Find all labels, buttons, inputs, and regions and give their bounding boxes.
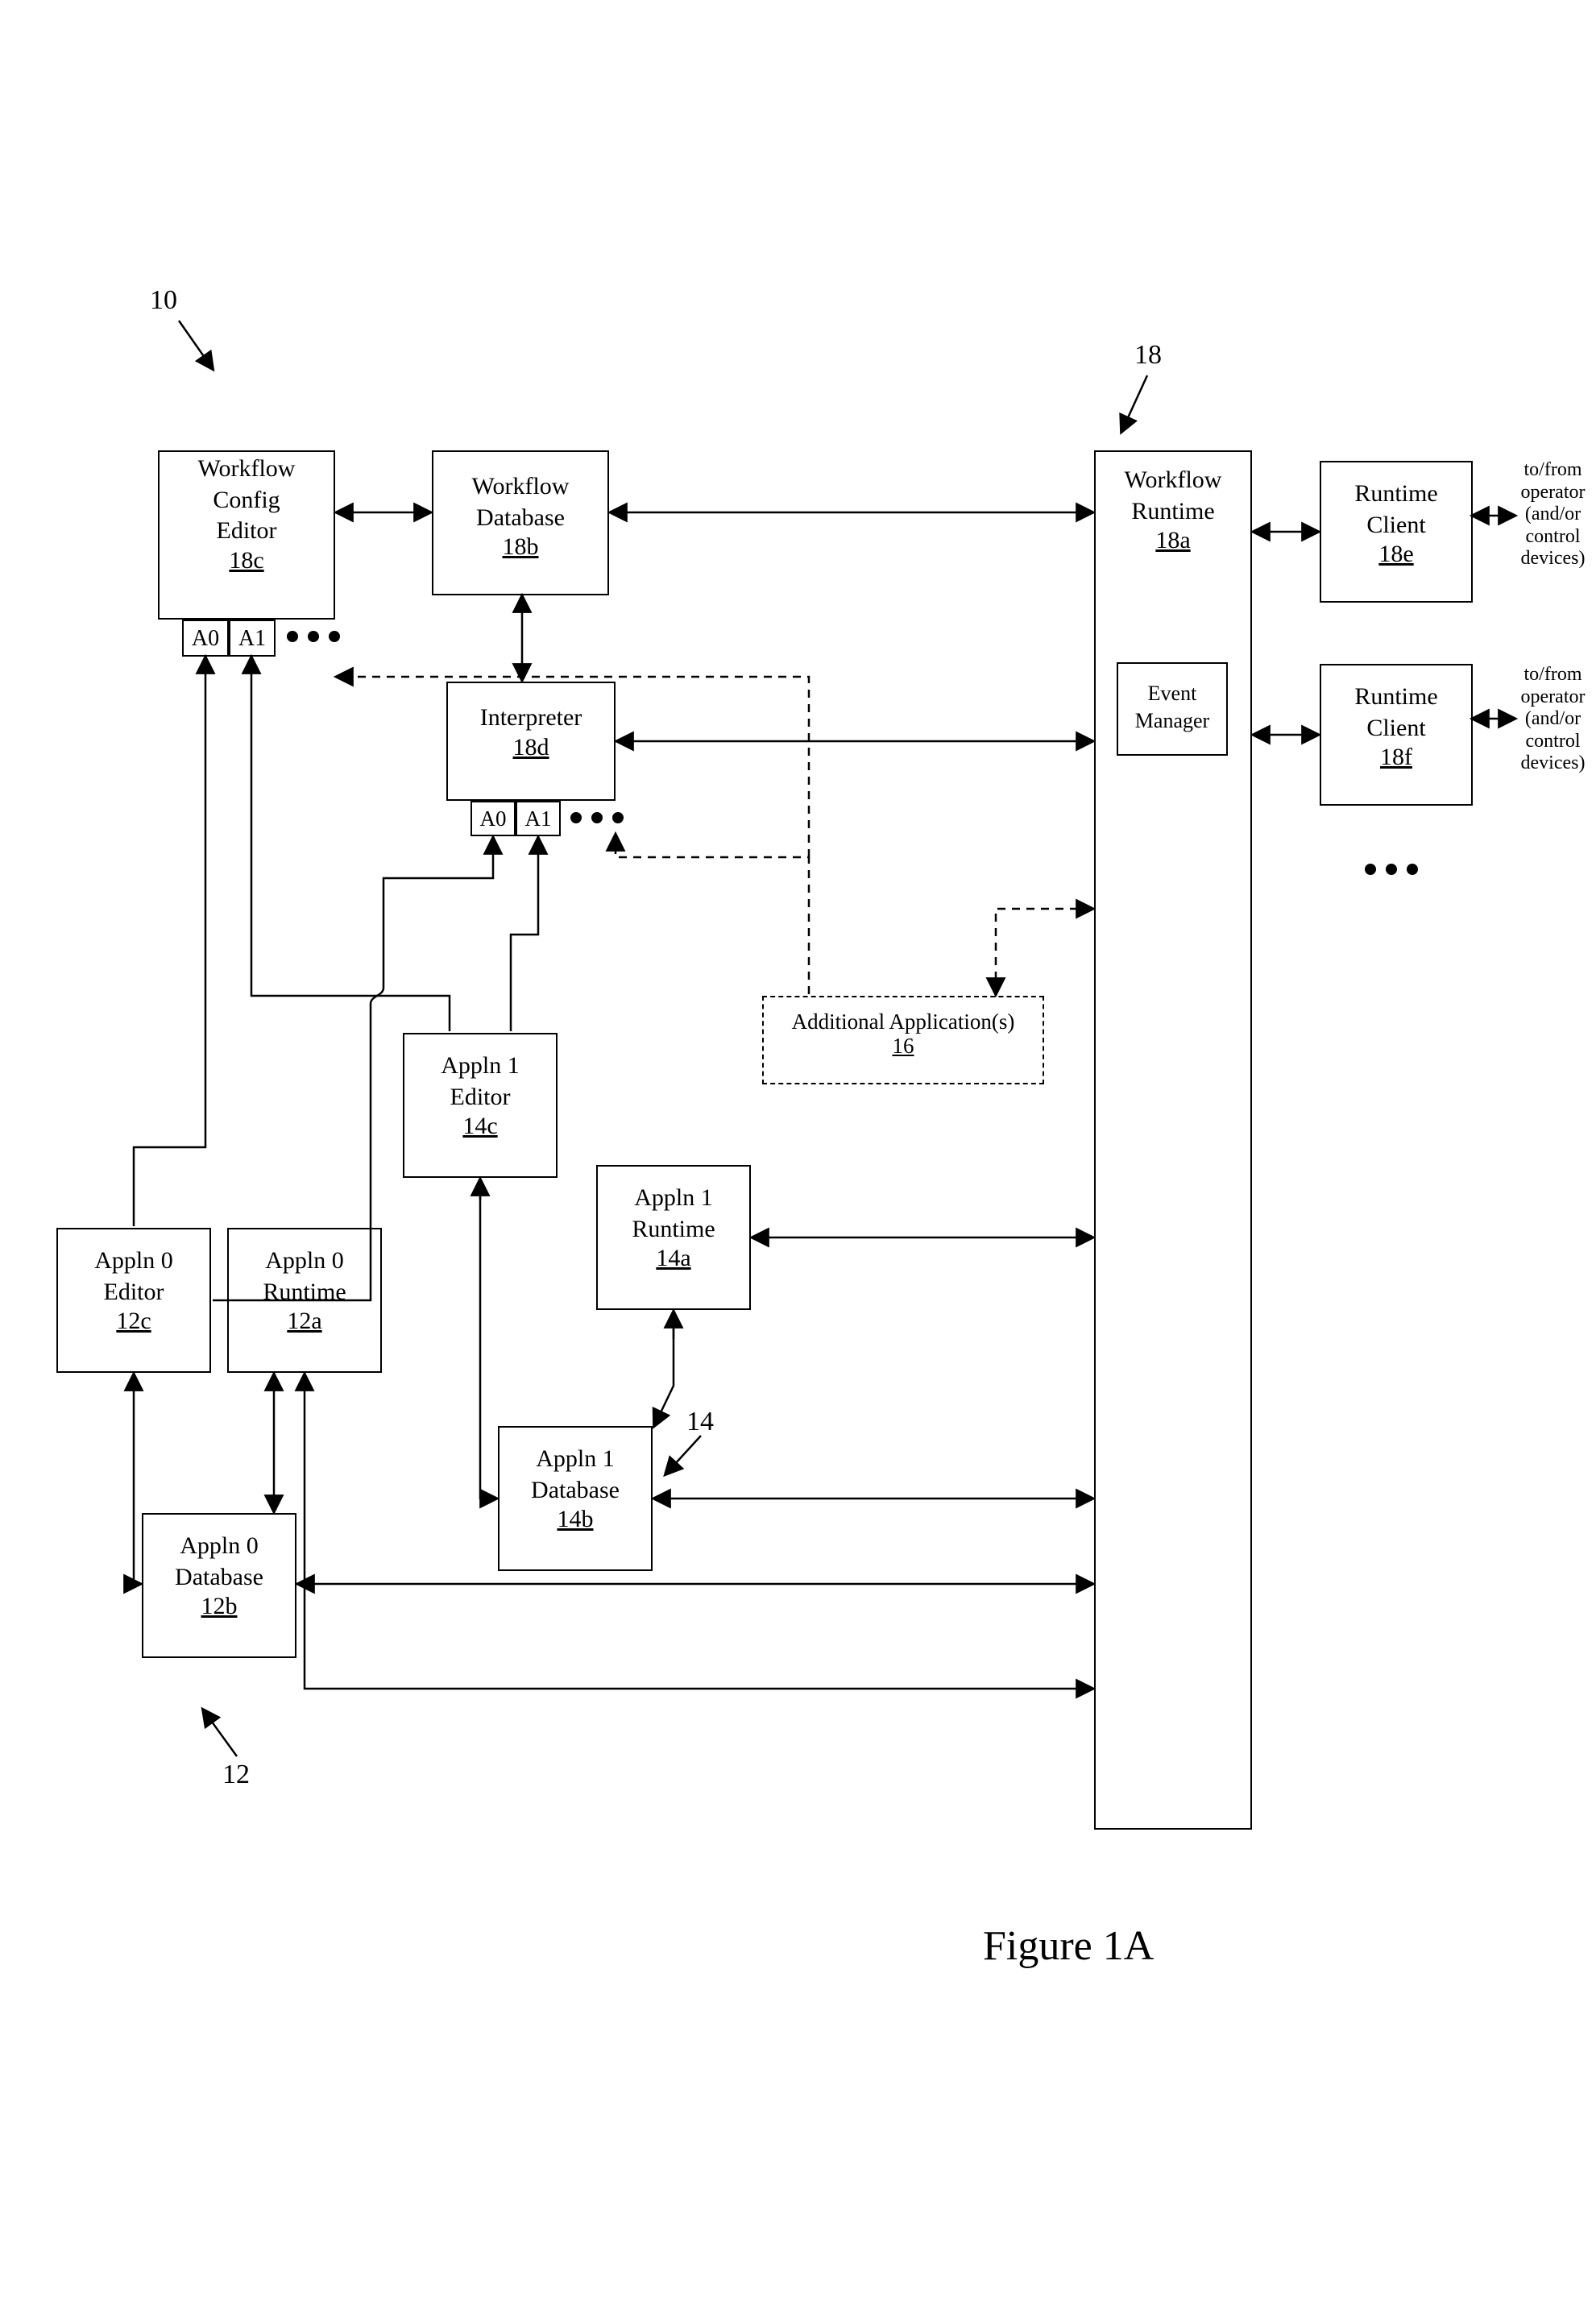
connector-layer: [0, 0, 1596, 2309]
figure-stage: Workflow Config Editor 18c A0 A1 Workflo…: [0, 0, 1596, 2309]
